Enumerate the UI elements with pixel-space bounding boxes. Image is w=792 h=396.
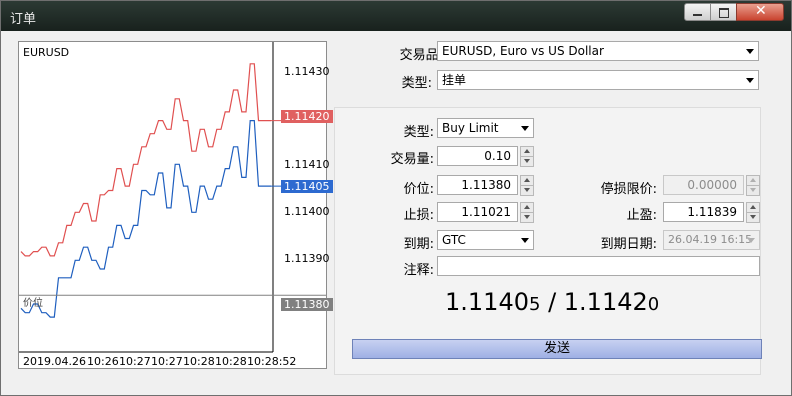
expiration-label: 到期: [403, 237, 434, 252]
bid-series-line [20, 120, 271, 318]
chart-canvas [19, 42, 326, 353]
bid-price-tag: 1.11405 [281, 180, 333, 193]
take-profit-input[interactable]: 1.11839 [663, 202, 744, 222]
level-price-tag: 1.11380 [281, 298, 333, 311]
chart-symbol: EURUSD [23, 46, 70, 59]
minimize-icon [693, 14, 702, 16]
stop-limit-input: 0.00000 [663, 175, 744, 195]
close-icon: ✕ [755, 3, 767, 19]
chevron-down-icon [743, 231, 759, 249]
stop-loss-label: 止损: [403, 208, 434, 223]
quote-separator: / [540, 288, 564, 316]
dialog-body: EURUSD 价位 1.11430 1.11410 1.11400 1.1139… [8, 31, 785, 390]
minimize-button[interactable] [684, 3, 711, 21]
maximize-button[interactable] [710, 3, 737, 21]
order-type-value: Buy Limit [442, 121, 499, 135]
window-title: 订单 [10, 12, 37, 27]
y-tick: 1.11390 [284, 252, 330, 265]
price-input[interactable]: 1.11380 [437, 175, 518, 195]
x-tick: 10:26 [87, 355, 119, 368]
bid-ask-quote: 1.11405 / 1.11420 [445, 288, 659, 316]
pending-order-group: 类型: Buy Limit 交易量: 0.10 价位: 1.11380 停损限价… [334, 107, 761, 375]
order-type-select[interactable]: Buy Limit [437, 118, 534, 138]
stop-limit-stepper [746, 175, 760, 196]
expiration-date-label: 到期日期: [600, 237, 657, 252]
order-form: 交易品种: EURUSD, Euro vs US Dollar 类型: 挂单 类… [334, 31, 785, 390]
volume-input[interactable]: 0.10 [437, 146, 518, 166]
expiration-value: GTC [442, 233, 466, 247]
bid-price-main: 1.1140 [445, 288, 529, 316]
y-tick: 1.11410 [284, 158, 330, 171]
x-tick: 2019.04.26 [23, 355, 86, 368]
expiration-date-value: 26.04.19 16:15 [668, 233, 753, 246]
stop-limit-label: 停损限价: [600, 182, 657, 197]
volume-stepper[interactable] [520, 146, 534, 167]
chevron-down-icon [517, 119, 533, 137]
symbol-value: EURUSD, Euro vs US Dollar [442, 44, 604, 58]
take-profit-stepper[interactable] [746, 202, 760, 223]
bid-price-pip: 5 [528, 294, 541, 315]
chevron-down-icon [742, 71, 758, 89]
stop-loss-stepper[interactable] [520, 202, 534, 223]
price-stepper[interactable] [520, 175, 534, 196]
ask-price-pip: 0 [647, 294, 660, 315]
chevron-down-icon [742, 42, 758, 60]
y-tick: 1.11400 [284, 205, 330, 218]
price-level-label: 价位 [23, 298, 43, 309]
ask-series-line [20, 63, 271, 257]
type-label: 类型: [401, 76, 432, 91]
comment-input[interactable] [437, 256, 760, 276]
ask-price-tag: 1.11420 [281, 110, 333, 123]
x-tick: 10:28 [183, 355, 215, 368]
expiration-select[interactable]: GTC [437, 230, 534, 250]
order-type-label: 类型: [403, 125, 434, 140]
x-tick: 10:27 [151, 355, 183, 368]
x-tick: 10:27 [119, 355, 151, 368]
stop-loss-input[interactable]: 1.11021 [437, 202, 518, 222]
x-tick: 10:28:52 [247, 355, 297, 368]
maximize-icon [719, 8, 729, 18]
price-label: 价位: [403, 182, 434, 197]
y-tick: 1.11430 [284, 65, 330, 78]
execution-type-value: 挂单 [442, 73, 467, 87]
order-window: 订单 ✕ EURUSD 价位 1.11430 1.11410 1.11400 1… [0, 0, 792, 396]
comment-label: 注释: [403, 263, 434, 278]
close-button[interactable]: ✕ [736, 3, 784, 21]
price-chart: EURUSD 价位 1.11430 1.11410 1.11400 1.1139… [18, 41, 333, 369]
expiration-date-picker: 26.04.19 16:15 [663, 230, 760, 250]
chevron-down-icon [517, 231, 533, 249]
symbol-select[interactable]: EURUSD, Euro vs US Dollar [437, 41, 759, 61]
volume-label: 交易量: [390, 152, 434, 167]
title-bar: 订单 ✕ [1, 1, 791, 31]
ask-price-main: 1.1142 [563, 288, 648, 316]
execution-type-select[interactable]: 挂单 [437, 70, 759, 90]
take-profit-label: 止盈: [626, 208, 657, 223]
send-button[interactable]: 发送 [352, 339, 762, 359]
x-tick: 10:28 [215, 355, 247, 368]
